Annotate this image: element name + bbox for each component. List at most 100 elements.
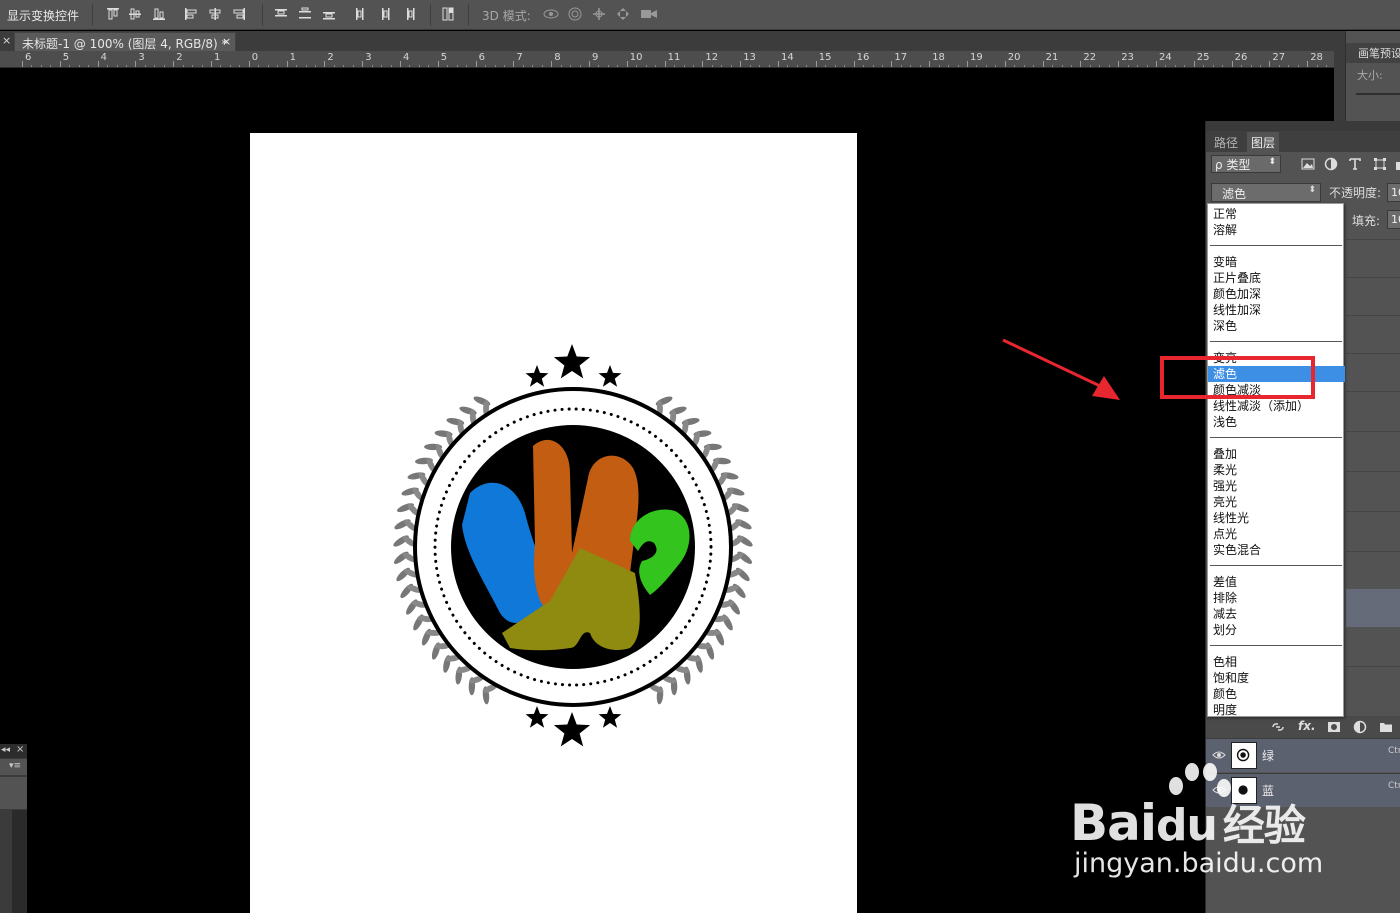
filter-smart-object-icon[interactable] bbox=[1394, 156, 1400, 172]
align-bottom-icon[interactable] bbox=[152, 7, 166, 21]
blend-mode-option[interactable]: 深色 bbox=[1208, 318, 1345, 334]
ruler-tick bbox=[1269, 61, 1271, 67]
opacity-input[interactable]: 10 bbox=[1387, 183, 1400, 202]
blend-mode-option[interactable]: 颜色 bbox=[1208, 686, 1345, 702]
ruler-minor-tick bbox=[258, 65, 260, 67]
blend-mode-select[interactable]: 滤色 ⬍ bbox=[1211, 183, 1321, 202]
ruler-minor-tick bbox=[1288, 65, 1290, 67]
blend-mode-option[interactable]: 排除 bbox=[1208, 590, 1345, 606]
ruler-minor-tick bbox=[532, 65, 534, 67]
blend-mode-option[interactable]: 亮光 bbox=[1208, 494, 1345, 510]
blend-mode-option[interactable]: 线性光 bbox=[1208, 510, 1345, 526]
blend-mode-option[interactable]: 线性减淡（添加） bbox=[1208, 398, 1345, 414]
left-dock-menu[interactable]: ▾≡ bbox=[0, 759, 27, 775]
document-tab-close-icon[interactable]: × bbox=[222, 35, 231, 48]
ruler-label: 6 bbox=[478, 52, 485, 63]
filter-image-icon[interactable] bbox=[1300, 156, 1316, 172]
blend-mode-option[interactable]: 颜色加深 bbox=[1208, 286, 1345, 302]
mask-icon[interactable] bbox=[1326, 719, 1342, 735]
blend-mode-option[interactable]: 变暗 bbox=[1208, 254, 1345, 270]
blend-mode-option[interactable]: 强光 bbox=[1208, 478, 1345, 494]
ruler-minor-tick bbox=[1108, 65, 1110, 67]
blend-mode-option[interactable]: 点光 bbox=[1208, 526, 1345, 542]
ruler-tick bbox=[551, 61, 553, 67]
show-transform-controls-label[interactable]: 显示变换控件 bbox=[7, 7, 79, 24]
3d-camera-icon[interactable] bbox=[640, 7, 658, 21]
ruler-minor-tick bbox=[447, 65, 449, 67]
blend-mode-option[interactable]: 明度 bbox=[1208, 702, 1345, 718]
blend-mode-option[interactable]: 柔光 bbox=[1208, 462, 1345, 478]
ruler-minor-tick bbox=[163, 65, 165, 67]
left-dock-close-icon[interactable]: × bbox=[16, 744, 24, 755]
blend-mode-option[interactable]: 正常 bbox=[1208, 206, 1345, 222]
blend-mode-option[interactable]: 减去 bbox=[1208, 606, 1345, 622]
3d-roll-icon[interactable] bbox=[568, 7, 582, 21]
blend-mode-option[interactable]: 叠加 bbox=[1208, 446, 1345, 462]
link-icon[interactable] bbox=[1270, 719, 1286, 735]
distribute-top-icon[interactable] bbox=[274, 7, 288, 21]
align-left-icon[interactable] bbox=[184, 7, 198, 21]
distribute-left-icon[interactable] bbox=[354, 7, 368, 21]
blend-mode-option[interactable]: 色相 bbox=[1208, 654, 1345, 670]
layers-panel-footer: fx. bbox=[1206, 716, 1400, 738]
blend-mode-option[interactable]: 实色混合 bbox=[1208, 542, 1345, 558]
ruler-tick bbox=[59, 61, 61, 67]
star-top-center bbox=[553, 344, 591, 379]
distribute-right-icon[interactable] bbox=[402, 7, 416, 21]
align-right-icon[interactable] bbox=[232, 7, 246, 21]
ruler-label: 26 bbox=[1234, 52, 1248, 63]
distribute-vcenter-icon[interactable] bbox=[298, 7, 312, 21]
3d-slide-icon[interactable] bbox=[616, 7, 630, 21]
panel-menu-icon[interactable]: ▾≡ bbox=[9, 761, 21, 771]
ruler-label: 6 bbox=[25, 52, 32, 63]
tabbar-close-icon[interactable]: × bbox=[2, 34, 11, 47]
ruler-label: 21 bbox=[1045, 52, 1059, 63]
collapse-icon[interactable]: ◂◂ bbox=[1, 745, 10, 755]
ruler-minor-tick bbox=[1203, 65, 1205, 67]
ruler-label: 3 bbox=[138, 52, 145, 63]
tab-paths[interactable]: 路径 bbox=[1210, 132, 1242, 152]
align-top-icon[interactable] bbox=[106, 7, 120, 21]
document-canvas[interactable] bbox=[250, 133, 857, 913]
3d-rotate-icon[interactable] bbox=[542, 7, 560, 21]
document-tab[interactable]: 未标题-1 @ 100% (图层 4, RGB/8) * × bbox=[14, 32, 236, 51]
ruler-minor-tick bbox=[31, 65, 33, 67]
fx-icon[interactable]: fx. bbox=[1298, 719, 1316, 735]
fill-input[interactable]: 10 bbox=[1387, 210, 1400, 229]
distribute-hcenter-icon[interactable] bbox=[378, 7, 392, 21]
menu-separator bbox=[1210, 645, 1342, 646]
layer-row-divider bbox=[1346, 239, 1400, 240]
brush-size-slider[interactable] bbox=[1356, 93, 1400, 95]
blend-mode-option[interactable]: 差值 bbox=[1208, 574, 1345, 590]
adjustment-icon[interactable] bbox=[1352, 719, 1368, 735]
canvas-vertical-scrollbar[interactable] bbox=[1334, 51, 1345, 121]
distribute-bottom-icon[interactable] bbox=[322, 7, 336, 21]
layer-filter-label: ρ 类型 bbox=[1215, 158, 1251, 172]
blend-mode-option[interactable]: 线性加深 bbox=[1208, 302, 1345, 318]
blend-mode-option[interactable]: 正片叠底 bbox=[1208, 270, 1345, 286]
ruler-minor-tick bbox=[296, 65, 298, 67]
selected-layer-row[interactable] bbox=[1346, 589, 1400, 627]
layer-filter-select[interactable]: ρ 类型 ⬍ bbox=[1211, 155, 1281, 173]
left-dock-scroll[interactable] bbox=[12, 810, 27, 913]
horizontal-ruler[interactable]: 6 5 4 3 2 1 0 1 2 3 4 5 6 7 8 9 10 11 12 13 14 15 16 17 18 19 20 21… bbox=[0, 51, 1334, 68]
tab-layers[interactable]: 图层 bbox=[1247, 132, 1280, 152]
align-vcenter-icon[interactable] bbox=[128, 7, 142, 21]
ruler-minor-tick bbox=[78, 65, 80, 67]
ruler-minor-tick bbox=[390, 65, 392, 67]
filter-shape-icon[interactable] bbox=[1372, 156, 1388, 172]
blend-mode-option[interactable]: 浅色 bbox=[1208, 414, 1345, 430]
auto-align-icon[interactable] bbox=[442, 7, 456, 21]
filter-adjustment-icon[interactable] bbox=[1323, 156, 1339, 172]
filter-type-icon[interactable] bbox=[1347, 156, 1363, 172]
align-hcenter-icon[interactable] bbox=[208, 7, 222, 21]
blend-mode-option[interactable]: 溶解 bbox=[1208, 222, 1345, 238]
layers-panel-titlebar[interactable] bbox=[1206, 121, 1400, 131]
blend-mode-option[interactable]: 划分 bbox=[1208, 622, 1345, 638]
folder-icon[interactable] bbox=[1378, 719, 1394, 735]
3d-pan-icon[interactable] bbox=[592, 7, 606, 21]
watermark-logo-bai: Bai bbox=[1070, 794, 1157, 852]
blend-mode-option[interactable]: 饱和度 bbox=[1208, 670, 1345, 686]
ruler-minor-tick bbox=[409, 65, 411, 67]
brush-presets-header[interactable]: 画笔预设 bbox=[1346, 43, 1400, 63]
